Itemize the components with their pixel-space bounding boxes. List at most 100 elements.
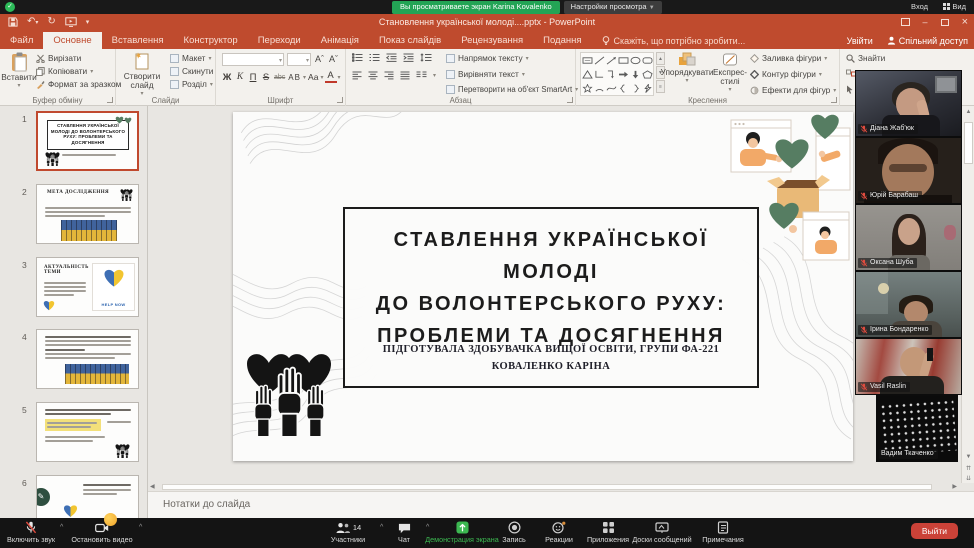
- shape-rectangle-icon[interactable]: [617, 53, 629, 67]
- scroll-left-icon[interactable]: ◀: [150, 483, 155, 491]
- title-text-box[interactable]: СТАВЛЕННЯ УКРАЇНСЬКОЇ МОЛОДІ ДО ВОЛОНТЕР…: [343, 207, 759, 388]
- mic-options-chevron[interactable]: ^: [60, 524, 63, 531]
- unmute-button[interactable]: Включить звук: [2, 521, 60, 544]
- strikethrough-button[interactable]: S: [260, 72, 272, 83]
- shape-star-icon[interactable]: [581, 81, 593, 95]
- reactions-button[interactable]: Реакции: [537, 521, 581, 544]
- tab-file[interactable]: Файл: [0, 32, 43, 49]
- numbering-icon[interactable]: [369, 53, 380, 62]
- slide-thumbnail-1[interactable]: СТАВЛЕННЯ УКРАЇНСЬКОЇ МОЛОДІ ДО ВОЛОНТЕР…: [36, 111, 139, 171]
- quick-styles-button[interactable]: Експрес-стилі▾: [712, 52, 748, 94]
- font-dialog-launcher-icon[interactable]: [337, 97, 343, 103]
- tab-view[interactable]: Подання: [533, 32, 591, 49]
- section-button[interactable]: Розділ▾: [170, 79, 213, 89]
- shape-curve-icon[interactable]: [605, 81, 617, 95]
- select-button[interactable]: [846, 85, 854, 94]
- shape-elbow-icon[interactable]: [593, 67, 605, 81]
- shrink-font-button[interactable]: Аˇ: [329, 54, 338, 64]
- tab-transitions[interactable]: Переходи: [248, 32, 311, 49]
- grow-font-button[interactable]: Аˆ: [315, 54, 324, 64]
- shape-arc-icon[interactable]: [593, 81, 605, 95]
- shape-lightning-icon[interactable]: [641, 81, 653, 95]
- tab-animations[interactable]: Анімація: [311, 32, 369, 49]
- close-button[interactable]: ×: [962, 16, 968, 28]
- scrollbar-thumb[interactable]: [964, 122, 973, 164]
- bold-button[interactable]: Ж: [221, 72, 233, 83]
- scroll-down-icon[interactable]: ▼: [963, 452, 974, 462]
- arrange-button[interactable]: Упорядкувати▾: [664, 52, 710, 85]
- reset-button[interactable]: Скинути: [170, 66, 213, 76]
- paste-button[interactable]: Вставити▾: [4, 52, 34, 90]
- customize-qat-button[interactable]: ▾: [86, 18, 90, 26]
- smartart-button[interactable]: Перетворити на об'єкт SmartArt▾: [446, 85, 578, 94]
- increase-indent-icon[interactable]: [403, 53, 414, 62]
- underline-button[interactable]: П: [247, 72, 259, 83]
- slide-thumbnail-5[interactable]: [36, 402, 139, 462]
- find-button[interactable]: Знайти: [846, 53, 885, 63]
- bullets-icon[interactable]: [352, 53, 363, 62]
- previous-slide-button[interactable]: ⇈: [963, 464, 974, 474]
- layout-button[interactable]: Макет▾: [170, 53, 212, 63]
- redo-button[interactable]: ↻: [47, 16, 55, 27]
- text-direction-button[interactable]: Напрямок тексту▾: [446, 53, 529, 63]
- shape-arrow-right-icon[interactable]: [617, 67, 629, 81]
- shape-triangle-icon[interactable]: [581, 67, 593, 81]
- zoom-security-shield-icon[interactable]: ✓: [5, 2, 15, 12]
- zoom-view-button[interactable]: Вид: [943, 2, 966, 11]
- shape-elbow-arrow-icon[interactable]: [605, 67, 617, 81]
- new-slide-button[interactable]: Створити слайд▾: [118, 52, 166, 98]
- shape-arrow-icon[interactable]: [605, 53, 617, 67]
- start-slideshow-button[interactable]: [65, 17, 77, 27]
- tab-home[interactable]: Основне: [43, 32, 101, 49]
- participants-button[interactable]: 14 Участники: [318, 521, 378, 544]
- annotations-button[interactable]: Примечания: [692, 521, 754, 544]
- align-text-button[interactable]: Вирівняти текст▾: [446, 69, 525, 79]
- shape-arrow-down-icon[interactable]: [629, 67, 641, 81]
- format-painter-button[interactable]: Формат за зразком: [36, 79, 121, 89]
- slide-thumbnail-3[interactable]: АКТУАЛЬНІСТЬ ТЕМИ HELP NOW: [36, 257, 139, 317]
- shapes-gallery[interactable]: ▲ ▼ ≡: [580, 52, 665, 96]
- zoom-login-button[interactable]: Вход: [911, 2, 928, 11]
- font-size-combo[interactable]: ▾: [287, 53, 311, 66]
- paragraph-dialog-launcher-icon[interactable]: [567, 97, 573, 103]
- save-button[interactable]: [8, 17, 18, 27]
- participant-video-3[interactable]: Оксана Шуба: [855, 204, 962, 271]
- tell-me-box[interactable]: Скажіть, що потрібно зробити...: [602, 32, 746, 49]
- font-color-button[interactable]: А: [325, 71, 337, 83]
- slide-thumbnail-2[interactable]: МЕТА ДОСЛІДЖЕННЯ: [36, 184, 139, 244]
- shape-effects-button[interactable]: Ефекти для фігур▾: [750, 85, 836, 95]
- shape-fill-button[interactable]: Заливка фігури▾: [750, 53, 827, 63]
- cut-button[interactable]: Вирізати: [36, 53, 81, 63]
- slide-canvas[interactable]: СТАВЛЕННЯ УКРАЇНСЬКОЇ МОЛОДІ ДО ВОЛОНТЕР…: [233, 112, 853, 461]
- italic-button[interactable]: К: [234, 72, 246, 82]
- clear-formatting-button[interactable]: abc: [273, 74, 286, 81]
- video-options-chevron[interactable]: ^: [139, 524, 142, 531]
- next-slide-button[interactable]: ⇊: [963, 474, 974, 484]
- font-name-combo[interactable]: ▾: [222, 53, 284, 66]
- drawing-dialog-launcher-icon[interactable]: [831, 97, 837, 103]
- scrollbar-thumb[interactable]: [162, 484, 932, 490]
- view-options-button[interactable]: Настройки просмотра ▼: [564, 1, 662, 14]
- chat-button[interactable]: Чат: [384, 521, 424, 544]
- scroll-up-icon[interactable]: ▲: [963, 107, 974, 117]
- participant-video-6[interactable]: Вадим Ткаченко: [876, 395, 958, 462]
- slide-thumbnail-6[interactable]: ✎: [36, 475, 139, 518]
- participant-video-2[interactable]: Юрій Барабаш: [855, 137, 962, 204]
- sign-in-button[interactable]: Увійти: [847, 36, 873, 46]
- participant-video-4[interactable]: Ірина Бондаренко: [855, 271, 962, 338]
- leave-button[interactable]: Выйти: [911, 523, 958, 539]
- participants-chevron[interactable]: ^: [380, 524, 383, 531]
- ribbon-display-options-button[interactable]: ˇ: [901, 18, 910, 26]
- notes-pane[interactable]: Нотатки до слайда: [148, 491, 974, 518]
- line-spacing-icon[interactable]: [420, 53, 432, 62]
- slide-thumbnail-4[interactable]: [36, 329, 139, 389]
- align-left-icon[interactable]: [352, 71, 362, 80]
- share-button[interactable]: Спільний доступ: [887, 36, 968, 46]
- shape-right-brace-icon[interactable]: [629, 81, 641, 95]
- shape-left-brace-icon[interactable]: [617, 81, 629, 95]
- vertical-scrollbar[interactable]: ▲ ▼ ⇈ ⇊: [961, 106, 974, 483]
- apps-button[interactable]: Приложения: [582, 521, 634, 544]
- record-button[interactable]: Запись: [492, 521, 536, 544]
- justify-icon[interactable]: [400, 71, 410, 80]
- restore-button[interactable]: [941, 19, 949, 26]
